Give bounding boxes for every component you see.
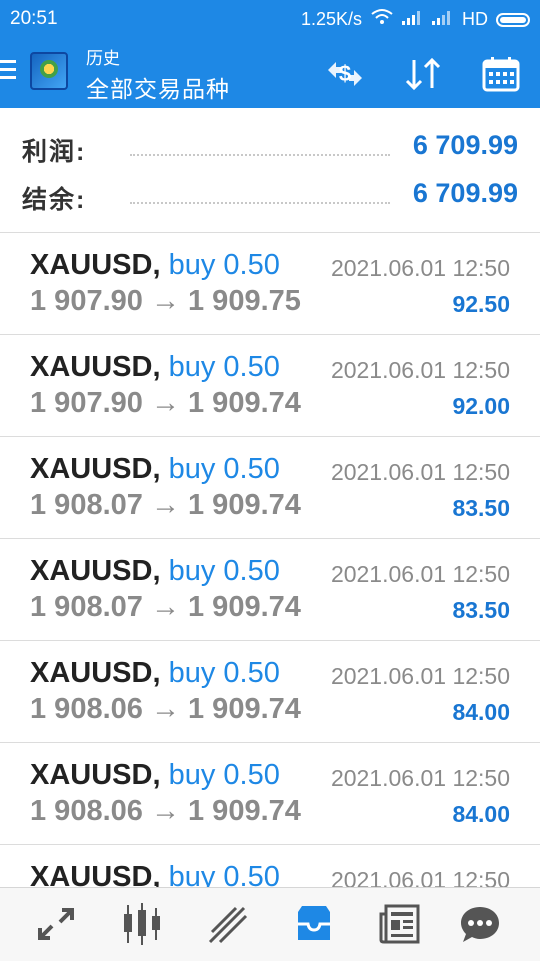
status-time: 20:51 <box>10 8 58 29</box>
deal-time: 2021.06.01 12:50 <box>330 459 510 485</box>
balance-label: 结余: <box>22 186 87 214</box>
deal-row[interactable]: XAUUSD, buy 0.50 2021.06.01 12:50 <box>0 845 540 887</box>
deal-symbol: XAUUSD, <box>30 861 161 887</box>
hd-label: HD <box>462 9 488 29</box>
deal-side: buy 0.50 <box>168 657 280 689</box>
summary-panel: 利润: 6 709.99 结余: 6 709.99 <box>0 108 540 233</box>
deal-symbol-line: XAUUSD, buy 0.50 <box>30 657 280 690</box>
deal-row[interactable]: XAUUSD, buy 0.50 1 908.06 → 1 909.74 202… <box>0 641 540 743</box>
deal-side: buy 0.50 <box>168 453 280 485</box>
deal-side: buy 0.50 <box>168 861 280 887</box>
signal-icon-2 <box>432 9 454 30</box>
wifi-icon <box>370 8 394 31</box>
page-title[interactable]: 全部交易品种 <box>86 70 230 104</box>
news-icon[interactable] <box>378 902 422 946</box>
profit-row: 利润: 6 709.99 <box>0 122 540 170</box>
calendar-icon[interactable] <box>480 56 522 92</box>
deal-profit: 84.00 <box>452 699 510 725</box>
deal-row[interactable]: XAUUSD, buy 0.50 1 907.90 → 1 909.75 202… <box>0 233 540 335</box>
deal-symbol: XAUUSD, <box>30 351 161 383</box>
deal-profit: 83.50 <box>452 597 510 623</box>
balance-value: 6 709.99 <box>412 178 518 208</box>
deal-prices: 1 907.90 → 1 909.74 <box>30 387 301 419</box>
chat-icon[interactable] <box>458 902 502 946</box>
deal-symbol-line: XAUUSD, buy 0.50 <box>30 555 280 588</box>
deal-time: 2021.06.01 12:50 <box>330 357 510 383</box>
deal-time: 2021.06.01 12:50 <box>330 255 510 281</box>
deal-time: 2021.06.01 12:50 <box>330 765 510 791</box>
page-title-small: 历史 <box>86 49 120 68</box>
dotted-leader <box>130 154 390 156</box>
deal-row[interactable]: XAUUSD, buy 0.50 1 908.07 → 1 909.74 202… <box>0 539 540 641</box>
deal-time: 2021.06.01 12:50 <box>330 867 510 887</box>
deal-symbol: XAUUSD, <box>30 555 161 587</box>
quotes-icon[interactable] <box>34 902 78 946</box>
currency-exchange-icon[interactable]: $ <box>324 56 366 92</box>
deal-profit: 92.50 <box>452 291 510 317</box>
deal-symbol-line: XAUUSD, buy 0.50 <box>30 861 280 887</box>
deal-symbol: XAUUSD, <box>30 759 161 791</box>
deal-row[interactable]: XAUUSD, buy 0.50 1 907.90 → 1 909.74 202… <box>0 335 540 437</box>
deal-symbol-line: XAUUSD, buy 0.50 <box>30 759 280 792</box>
network-speed: 1.25K/s <box>300 9 362 29</box>
status-right: 1.25K/s HD <box>301 8 530 31</box>
deal-profit: 92.00 <box>452 393 510 419</box>
deal-side: buy 0.50 <box>168 351 280 383</box>
bottom-nav <box>0 887 540 961</box>
deal-prices: 1 908.06 → 1 909.74 <box>30 693 301 725</box>
deal-prices: 1 908.06 → 1 909.74 <box>30 795 301 827</box>
deal-prices: 1 907.90 → 1 909.75 <box>30 285 301 317</box>
deal-profit: 84.00 <box>452 801 510 827</box>
trade-icon[interactable] <box>206 902 250 946</box>
deal-prices: 1 908.07 → 1 909.74 <box>30 591 301 623</box>
battery-icon <box>496 12 530 27</box>
deal-symbol-line: XAUUSD, buy 0.50 <box>30 351 280 384</box>
svg-text:$: $ <box>339 61 351 86</box>
profit-value: 6 709.99 <box>412 130 518 160</box>
deal-row[interactable]: XAUUSD, buy 0.50 1 908.06 → 1 909.74 202… <box>0 743 540 845</box>
dotted-leader <box>130 202 390 204</box>
chart-icon[interactable] <box>120 902 164 946</box>
deal-symbol-line: XAUUSD, buy 0.50 <box>30 249 280 282</box>
deal-side: buy 0.50 <box>168 759 280 791</box>
sort-icon[interactable] <box>402 56 444 92</box>
profit-label: 利润: <box>22 138 87 166</box>
deal-symbol: XAUUSD, <box>30 657 161 689</box>
signal-icon <box>402 9 424 30</box>
deal-time: 2021.06.01 12:50 <box>330 561 510 587</box>
deal-prices: 1 908.07 → 1 909.74 <box>30 489 301 521</box>
app-bar: 历史 全部交易品种 $ <box>0 36 540 108</box>
deal-symbol: XAUUSD, <box>30 249 161 281</box>
deals-list[interactable]: XAUUSD, buy 0.50 1 907.90 → 1 909.75 202… <box>0 233 540 887</box>
status-bar: 20:51 1.25K/s HD <box>0 0 540 36</box>
menu-icon[interactable] <box>0 60 16 82</box>
deal-side: buy 0.50 <box>168 249 280 281</box>
deal-time: 2021.06.01 12:50 <box>330 663 510 689</box>
deal-profit: 83.50 <box>452 495 510 521</box>
history-icon[interactable] <box>292 902 336 946</box>
deal-row[interactable]: XAUUSD, buy 0.50 1 908.07 → 1 909.74 202… <box>0 437 540 539</box>
deal-symbol: XAUUSD, <box>30 453 161 485</box>
deal-symbol-line: XAUUSD, buy 0.50 <box>30 453 280 486</box>
app-logo <box>30 52 68 90</box>
balance-row: 结余: 6 709.99 <box>0 170 540 218</box>
deal-side: buy 0.50 <box>168 555 280 587</box>
